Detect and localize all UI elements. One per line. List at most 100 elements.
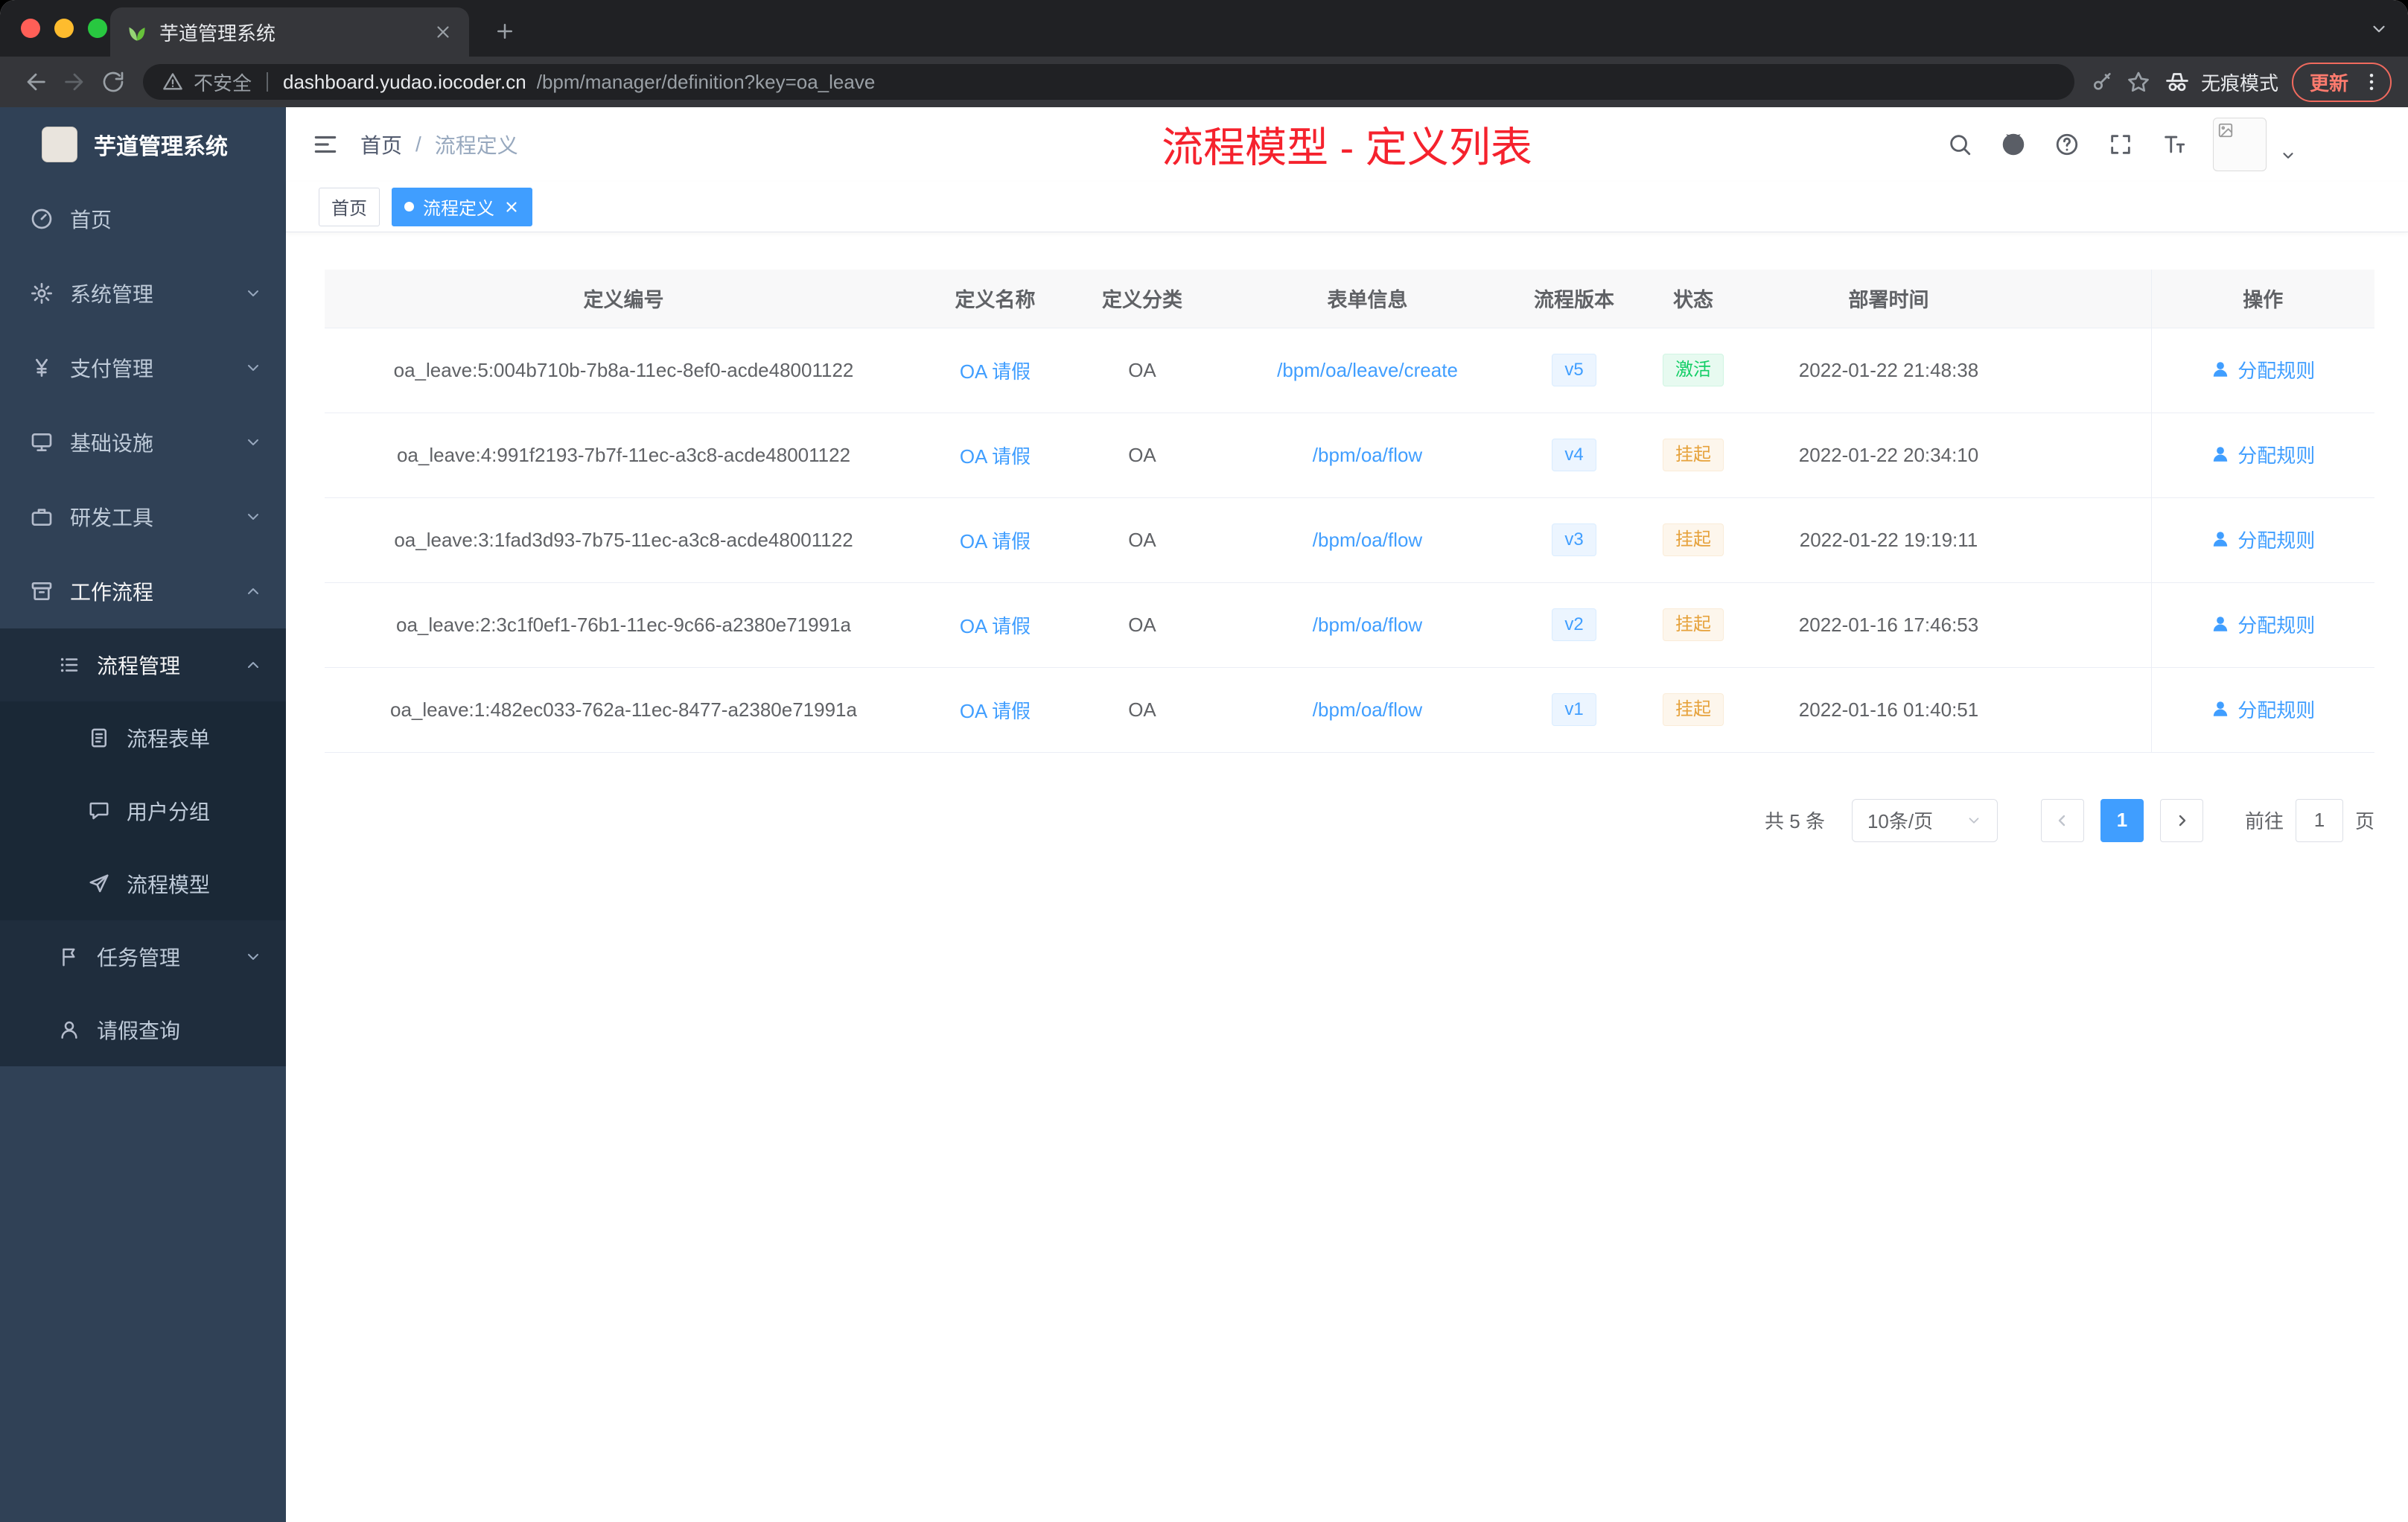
definition-name-link[interactable]: OA 请假 — [960, 445, 1031, 468]
sidebar-item-process-form[interactable]: 流程表单 — [0, 701, 286, 774]
tags-view-bar: 首页 流程定义 — [286, 182, 2408, 232]
deploy-time-cell: 2022-01-22 20:34:10 — [1756, 413, 2021, 498]
logo-avatar — [42, 127, 77, 162]
status-badge: 挂起 — [1663, 438, 1724, 472]
sidebar-item-label: 系统管理 — [70, 283, 154, 306]
security-label: 不安全 — [194, 71, 252, 95]
page-number-1[interactable]: 1 — [2100, 798, 2144, 842]
sidebar-item-infrastructure[interactable]: 基础设施 — [0, 405, 286, 480]
assign-rule-link[interactable]: 分配规则 — [2211, 526, 2315, 553]
sidebar-item-label: 工作流程 — [70, 581, 154, 604]
assign-rule-link[interactable]: 分配规则 — [2211, 695, 2315, 723]
deploy-time-cell: 2022-01-16 17:46:53 — [1756, 582, 2021, 668]
archive-icon — [30, 579, 54, 603]
search-icon[interactable] — [1945, 130, 1975, 159]
prev-page-button[interactable] — [2040, 798, 2084, 842]
pagination-total: 共 5 条 — [1765, 810, 1825, 832]
address-bar[interactable]: 不安全 dashboard.yudao.iocoder.cn /bpm/mana… — [143, 64, 2074, 100]
incognito-label: 无痕模式 — [2200, 71, 2278, 95]
window-controls — [21, 19, 107, 38]
form-info-link[interactable]: /bpm/oa/flow — [1313, 529, 1422, 551]
form-info-link[interactable]: /bpm/oa/flow — [1313, 614, 1422, 636]
table-row: oa_leave:2:3c1f0ef1-76b1-11ec-9c66-a2380… — [325, 582, 2374, 668]
back-button[interactable] — [16, 63, 55, 101]
sidebar-item-label: 请假查询 — [97, 1019, 181, 1042]
new-tab-button[interactable] — [484, 10, 526, 52]
sidebar-item-label: 流程模型 — [127, 873, 211, 897]
sidebar-item-label: 研发工具 — [70, 506, 154, 529]
avatar-caret-icon[interactable] — [2280, 147, 2296, 164]
assign-rule-link[interactable]: 分配规则 — [2211, 356, 2315, 383]
deploy-time-cell: 2022-01-22 21:48:38 — [1756, 328, 2021, 413]
browser-menu-dots-icon[interactable] — [2360, 71, 2383, 93]
status-badge: 激活 — [1663, 353, 1724, 387]
fullscreen-icon[interactable] — [2106, 130, 2135, 159]
definition-name-link[interactable]: OA 请假 — [960, 615, 1031, 637]
definition-name-link[interactable]: OA 请假 — [960, 530, 1031, 553]
tag-home[interactable]: 首页 — [319, 187, 380, 226]
tab-search-chevron-icon[interactable] — [2369, 19, 2389, 39]
form-info-link[interactable]: /bpm/oa/flow — [1313, 698, 1422, 721]
sidebar-item-label: 首页 — [70, 208, 112, 232]
incognito-badge: 无痕模式 — [2164, 69, 2278, 96]
assign-rule-label: 分配规则 — [2237, 529, 2316, 552]
version-badge: v1 — [1552, 692, 1596, 727]
close-window-button[interactable] — [21, 19, 40, 38]
form-info-link[interactable]: /bpm/oa/leave/create — [1277, 359, 1458, 381]
forward-button[interactable] — [55, 63, 94, 101]
sidebar-item-leave-query[interactable]: 请假查询 — [0, 993, 286, 1066]
breadcrumb-home[interactable]: 首页 — [360, 130, 402, 159]
browser-tab[interactable]: 芋道管理系统 — [110, 7, 469, 57]
sidebar-logo[interactable]: 芋道管理系统 — [0, 107, 286, 182]
help-icon[interactable] — [2052, 130, 2082, 159]
definition-id-cell: oa_leave:3:1fad3d93-7b75-11ec-a3c8-acde4… — [325, 497, 923, 583]
sidebar-item-process-mgmt[interactable]: 流程管理 — [0, 628, 286, 701]
bookmark-star-icon[interactable] — [2121, 64, 2156, 100]
assign-rule-label: 分配规则 — [2237, 698, 2316, 722]
reload-button[interactable] — [94, 63, 133, 101]
sidebar-item-home[interactable]: 首页 — [0, 182, 286, 256]
tab-close-icon[interactable] — [433, 22, 453, 42]
definition-name-link[interactable]: OA 请假 — [960, 700, 1031, 722]
sidebar-item-payment-mgmt[interactable]: 支付管理 — [0, 331, 286, 405]
category-cell: OA — [1068, 667, 1217, 753]
github-icon[interactable] — [1998, 130, 2028, 159]
category-cell: OA — [1068, 328, 1217, 413]
tag-label: 流程定义 — [423, 199, 494, 219]
browser-tabstrip: 芋道管理系统 — [0, 0, 2408, 57]
password-key-icon[interactable] — [2085, 64, 2121, 100]
page-size-select[interactable]: 10条/页 — [1851, 798, 1998, 842]
column-header-category: 定义分类 — [1068, 270, 1217, 328]
sidebar-fold-button[interactable] — [311, 130, 340, 159]
status-badge: 挂起 — [1663, 692, 1724, 727]
browser-update-chip[interactable]: 更新 — [2291, 62, 2392, 102]
sidebar-item-system-mgmt[interactable]: 系统管理 — [0, 256, 286, 331]
sidebar-item-user-group[interactable]: 用户分组 — [0, 774, 286, 847]
security-warning-icon — [162, 71, 183, 92]
font-size-icon[interactable] — [2159, 130, 2189, 159]
form-info-link[interactable]: /bpm/oa/flow — [1313, 444, 1422, 466]
tag-process-definition[interactable]: 流程定义 — [392, 187, 532, 226]
assign-rule-label: 分配规则 — [2237, 444, 2316, 467]
sidebar-item-dev-tools[interactable]: 研发工具 — [0, 480, 286, 554]
assign-rule-link[interactable]: 分配规则 — [2211, 611, 2315, 638]
assign-rule-link[interactable]: 分配规则 — [2211, 441, 2315, 468]
zoom-window-button[interactable] — [88, 19, 107, 38]
minimize-window-button[interactable] — [54, 19, 74, 38]
update-label: 更新 — [2309, 71, 2348, 95]
breadcrumb-separator: / — [415, 133, 421, 156]
breadcrumb: 首页 / 流程定义 — [360, 130, 518, 159]
chevron-down-icon — [1966, 812, 1982, 829]
definition-name-link[interactable]: OA 请假 — [960, 360, 1031, 383]
paper-plane-icon — [88, 873, 110, 895]
sidebar-item-workflow[interactable]: 工作流程 — [0, 554, 286, 628]
sidebar-item-label: 支付管理 — [70, 357, 154, 380]
sidebar-item-process-model[interactable]: 流程模型 — [0, 847, 286, 920]
user-avatar[interactable] — [2213, 118, 2267, 171]
sidebar-item-task-mgmt[interactable]: 任务管理 — [0, 920, 286, 993]
spacer-cell — [2021, 582, 2151, 668]
next-page-button[interactable] — [2159, 798, 2203, 842]
version-badge: v2 — [1552, 608, 1596, 642]
tag-close-icon[interactable] — [503, 199, 520, 215]
goto-page-input[interactable] — [2295, 798, 2343, 842]
